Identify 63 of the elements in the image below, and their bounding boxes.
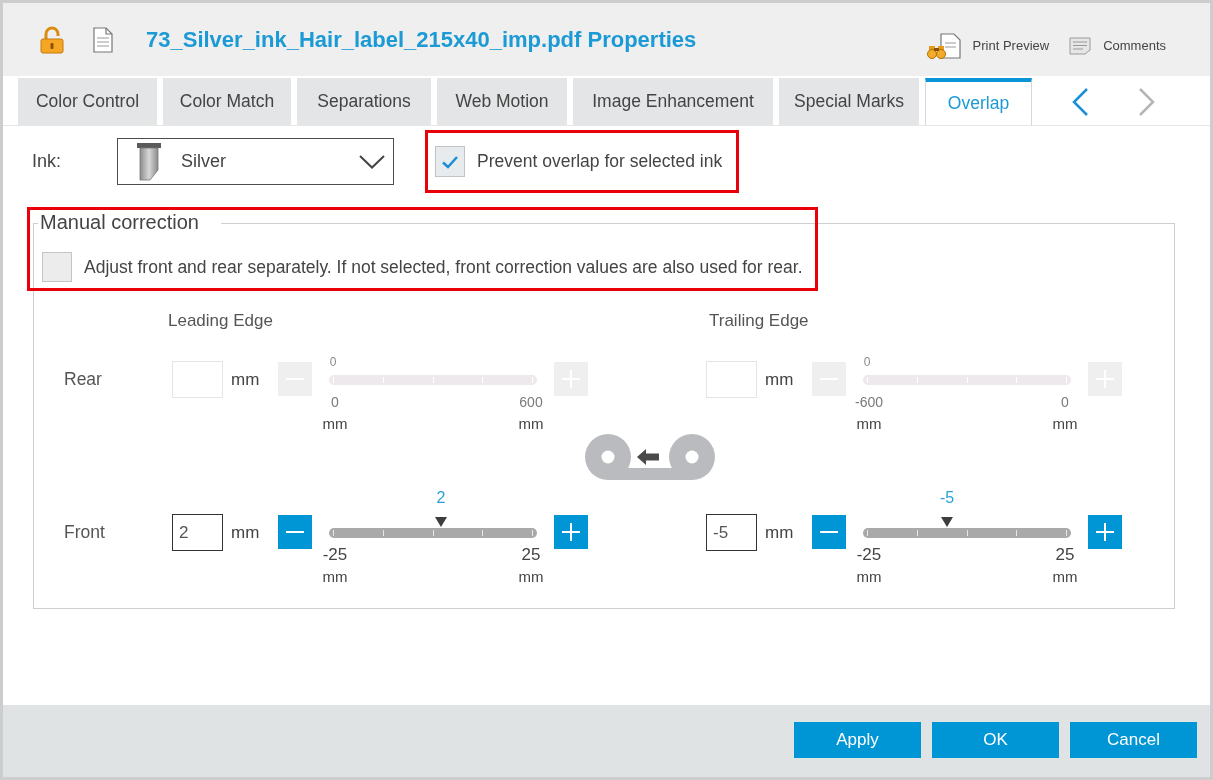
tab[interactable]: Color Match: [163, 78, 291, 125]
minus-icon: [820, 531, 838, 533]
toolbar-button[interactable]: Comments: [1069, 36, 1166, 56]
padlock-icon: [40, 25, 64, 54]
plus-icon: [562, 523, 580, 541]
number-field[interactable]: 2: [172, 514, 223, 551]
checkbox[interactable]: [42, 252, 72, 282]
reel-transport-icon: [585, 434, 715, 480]
minus-icon: [286, 531, 304, 533]
ink-label: Ink:: [32, 150, 62, 173]
column-heading: Trailing Edge: [709, 312, 809, 330]
document-icon: [93, 26, 113, 53]
checkbox[interactable]: [435, 146, 465, 177]
plus-icon: [1096, 523, 1114, 541]
increase-button[interactable]: [1088, 515, 1122, 549]
chevron-left-icon[interactable]: [1070, 86, 1090, 117]
checkbox-label: Adjust front and rear separately. If not selected, front correction values are also used for rear.: [84, 255, 803, 279]
slider-min-label: -25: [856, 544, 882, 566]
decrease-button[interactable]: [812, 515, 846, 549]
checkbox-label: Prevent overlap for selected ink: [477, 150, 723, 174]
toolbar-button[interactable]: Print Preview: [926, 33, 1050, 59]
slider-max-label: 600: [519, 393, 543, 412]
unit-label: mm: [856, 414, 882, 434]
row-label: Rear: [64, 368, 102, 392]
unit-label: mm: [518, 414, 544, 434]
slider-value: 0: [863, 355, 871, 369]
slider-max-label: 25: [1055, 544, 1075, 566]
increase-button[interactable]: [554, 515, 588, 549]
unit-label: mm: [856, 567, 882, 587]
slider-min-label: -25: [322, 544, 348, 566]
tab[interactable]: Special Marks: [779, 78, 919, 125]
unit-label: mm: [231, 521, 260, 544]
slider-min-label: -600: [855, 393, 883, 412]
unit-label: mm: [322, 567, 348, 587]
tab[interactable]: Web Motion: [437, 78, 567, 125]
tab[interactable]: Color Control: [18, 78, 157, 125]
check-icon: [441, 154, 459, 169]
unit-label: mm: [1052, 567, 1078, 587]
number-field[interactable]: -5: [706, 514, 757, 551]
chevron-down-icon: [359, 154, 385, 169]
decrease-button[interactable]: [278, 515, 312, 549]
binoculars-document-icon: [926, 33, 961, 59]
group-title: Manual correction: [40, 211, 199, 233]
ink-dropdown[interactable]: Silver: [117, 138, 394, 185]
slider-min-label: 0: [331, 393, 339, 412]
slider-max-label: 25: [521, 544, 541, 566]
unit-label: mm: [322, 414, 348, 434]
row-label: Front: [64, 521, 105, 545]
unit-label: mm: [518, 567, 544, 587]
tab[interactable]: Separations: [297, 78, 431, 125]
unit-label: mm: [765, 521, 794, 544]
slider-max-label: 0: [1061, 393, 1069, 412]
slider-value: -5: [939, 490, 955, 506]
slider-value: 2: [436, 490, 446, 506]
slider-value: 0: [329, 355, 337, 369]
column-heading: Leading Edge: [168, 312, 273, 330]
unit-label: mm: [1052, 414, 1078, 434]
note-icon: [1069, 37, 1092, 55]
ink-cartridge-icon: [136, 142, 162, 181]
tab[interactable]: Image Enhancement: [573, 78, 773, 125]
unit-label: mm: [231, 368, 260, 391]
unit-label: mm: [765, 368, 794, 391]
window-title: 73_Silver_ink_Hair_label_215x40_imp.pdf Properties: [146, 26, 697, 54]
